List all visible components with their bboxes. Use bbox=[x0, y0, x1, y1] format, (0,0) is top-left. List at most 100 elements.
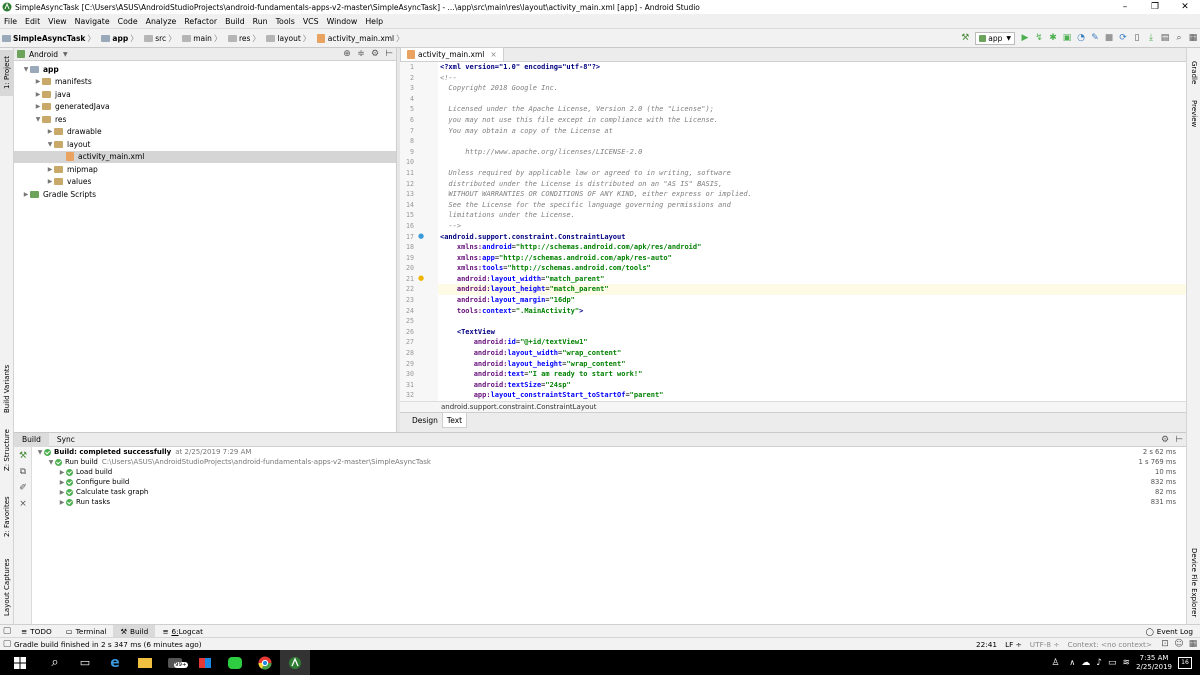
expanded-arrow-icon[interactable]: ▼ bbox=[46, 141, 54, 148]
breadcrumb-app[interactable]: app 〉 bbox=[99, 33, 142, 44]
menu-file[interactable]: File bbox=[0, 17, 21, 26]
event-log-button[interactable]: ◯ Event Log bbox=[1139, 625, 1200, 638]
tree-item[interactable]: ▶ java bbox=[14, 88, 396, 101]
build-tree-item[interactable]: ▼ Build: completed successfully at 2/25/20… bbox=[32, 447, 1186, 457]
breadcrumb-src[interactable]: src 〉 bbox=[142, 33, 180, 44]
collapsed-arrow-icon[interactable]: ▶ bbox=[22, 191, 30, 198]
stop-icon[interactable]: ■ bbox=[1102, 31, 1116, 45]
tab-design[interactable]: Design bbox=[408, 413, 442, 428]
code-line[interactable]: android:layout_height="match_parent" bbox=[438, 284, 1186, 296]
tree-item[interactable]: activity_main.xml bbox=[14, 150, 396, 163]
maximize-button[interactable]: ❐ bbox=[1140, 0, 1170, 14]
coverage-icon[interactable]: ▣ bbox=[1060, 31, 1074, 45]
memory-icon[interactable]: ▦ bbox=[1186, 637, 1200, 651]
minimize-panel-icon[interactable]: ⊢ bbox=[1172, 433, 1186, 447]
tab-text[interactable]: Text bbox=[441, 413, 468, 428]
menu-run[interactable]: Run bbox=[249, 17, 272, 26]
expanded-arrow-icon[interactable]: ▼ bbox=[34, 116, 42, 123]
menu-help[interactable]: Help bbox=[361, 17, 387, 26]
bottom-tab-terminal[interactable]: ▭ Terminal bbox=[59, 625, 114, 638]
code-line[interactable]: tools:context=".MainActivity"> bbox=[438, 306, 1186, 317]
debug-icon[interactable]: ✱ bbox=[1046, 31, 1060, 45]
tab-build[interactable]: Build bbox=[14, 432, 49, 447]
code-line[interactable] bbox=[438, 94, 1186, 105]
collapsed-arrow-icon[interactable]: ▶ bbox=[46, 178, 54, 185]
status-icon[interactable]: ▢ bbox=[0, 637, 14, 651]
bottom-tab-todo[interactable]: ≡ TODO bbox=[14, 625, 59, 638]
rerun-icon[interactable]: ⚒ bbox=[16, 449, 30, 463]
close-icon[interactable]: × bbox=[16, 497, 30, 511]
build-tree-item[interactable]: ▶ Run tasks 831 ms bbox=[32, 497, 1186, 507]
toggle-view-icon[interactable]: ⧉ bbox=[16, 465, 30, 479]
code-line[interactable] bbox=[438, 157, 1186, 168]
code-line[interactable]: android:layout_width="match_parent" bbox=[438, 274, 1186, 285]
layout-inspector-icon[interactable]: ▤ bbox=[1158, 31, 1172, 45]
android-studio-taskbar-icon[interactable] bbox=[280, 650, 310, 675]
code-line[interactable] bbox=[438, 136, 1186, 147]
tool-tab-gradle[interactable]: Gradle bbox=[1187, 56, 1200, 90]
code-line[interactable]: xmlns:tools="http://schemas.android.com/… bbox=[438, 263, 1186, 274]
code-line[interactable]: android:layout_width="wrap_content" bbox=[438, 348, 1186, 359]
breadcrumb-file[interactable]: activity_main.xml 〉 bbox=[315, 33, 408, 44]
onedrive-icon[interactable]: ☁ bbox=[1081, 658, 1090, 668]
code-line[interactable]: <!-- bbox=[438, 73, 1186, 84]
clock[interactable]: 7:35 AM 2/25/2019 bbox=[1136, 654, 1172, 672]
search-icon[interactable]: ⌕ bbox=[1172, 31, 1186, 45]
menu-build[interactable]: Build bbox=[221, 17, 249, 26]
code-line[interactable]: android:id="@+id/textView1" bbox=[438, 337, 1186, 348]
collapse-all-icon[interactable]: ≑ bbox=[354, 47, 368, 61]
tab-sync[interactable]: Sync bbox=[49, 433, 83, 447]
menu-refactor[interactable]: Refactor bbox=[180, 17, 221, 26]
line-separator[interactable]: LF ÷ bbox=[1005, 640, 1022, 649]
action-center-icon[interactable]: 16 bbox=[1178, 656, 1192, 669]
volume-icon[interactable]: ♪ bbox=[1096, 658, 1102, 668]
caret-position[interactable]: 22:41 bbox=[976, 640, 997, 649]
code-line[interactable]: http://www.apache.org/licenses/LICENSE-2… bbox=[438, 147, 1186, 158]
code-line[interactable]: android:text="I am ready to start work!" bbox=[438, 369, 1186, 380]
code-line[interactable]: <android.support.constraint.ConstraintLa… bbox=[438, 232, 1186, 243]
menu-window[interactable]: Window bbox=[323, 17, 362, 26]
pin-icon[interactable]: ✐ bbox=[16, 481, 30, 495]
breadcrumb-res[interactable]: res 〉 bbox=[226, 33, 264, 44]
edge-icon[interactable]: e bbox=[100, 650, 130, 675]
close-button[interactable]: ✕ bbox=[1170, 0, 1200, 14]
build-tree-item[interactable]: ▶ Load build 10 ms bbox=[32, 467, 1186, 477]
intention-bulb-icon[interactable]: ● bbox=[418, 274, 424, 282]
code-line[interactable]: Copyright 2018 Google Inc. bbox=[438, 83, 1186, 94]
battery-icon[interactable]: ▭ bbox=[1108, 658, 1117, 668]
collapsed-arrow-icon[interactable]: ▶ bbox=[58, 479, 66, 486]
tool-tab-preview[interactable]: Preview bbox=[1187, 96, 1200, 132]
collapsed-arrow-icon[interactable]: ▶ bbox=[46, 166, 54, 173]
run-config-select[interactable]: app ▼ bbox=[975, 31, 1015, 45]
tree-item[interactable]: ▶ Gradle Scripts bbox=[14, 188, 396, 201]
menu-analyze[interactable]: Analyze bbox=[142, 17, 181, 26]
run-icon[interactable]: ▶ bbox=[1018, 31, 1032, 45]
code-line[interactable]: Unless required by applicable law or agr… bbox=[438, 168, 1186, 179]
menu-navigate[interactable]: Navigate bbox=[71, 17, 114, 26]
collapsed-arrow-icon[interactable]: ▶ bbox=[34, 91, 42, 98]
tool-tab-build-variants[interactable]: Build Variants bbox=[0, 358, 14, 420]
attach-debugger-icon[interactable]: ✎ bbox=[1088, 31, 1102, 45]
menu-view[interactable]: View bbox=[44, 17, 71, 26]
editor-tab-activity-main[interactable]: activity_main.xml × bbox=[400, 47, 504, 61]
file-encoding[interactable]: UTF-8 ÷ bbox=[1030, 640, 1060, 649]
expanded-arrow-icon[interactable]: ▼ bbox=[47, 459, 55, 466]
breadcrumb-layout[interactable]: layout 〉 bbox=[264, 33, 314, 44]
task-view-icon[interactable]: ▭ bbox=[70, 650, 100, 675]
code-line[interactable]: distributed under the License is distrib… bbox=[438, 179, 1186, 190]
code-line[interactable]: xmlns:android="http://schemas.android.co… bbox=[438, 242, 1186, 253]
hammer-icon[interactable]: ⚒ bbox=[958, 31, 972, 45]
store-icon[interactable] bbox=[190, 650, 220, 675]
expanded-arrow-icon[interactable]: ▼ bbox=[36, 449, 44, 456]
gear-icon[interactable]: ⚙ bbox=[1158, 433, 1172, 447]
collapsed-arrow-icon[interactable]: ▶ bbox=[58, 489, 66, 496]
code-line[interactable]: you may not use this file except in comp… bbox=[438, 115, 1186, 126]
tool-tab-project[interactable]: 1: Project bbox=[0, 50, 14, 96]
tool-tab-structure[interactable]: Z: Structure bbox=[0, 426, 14, 474]
expanded-arrow-icon[interactable]: ▼ bbox=[22, 66, 30, 73]
build-tree-item[interactable]: ▶ Calculate task graph 82 ms bbox=[32, 487, 1186, 497]
code-line[interactable]: xmlns:app="http://schemas.android.com/ap… bbox=[438, 253, 1186, 264]
bottom-tab-build[interactable]: ⚒ Build bbox=[113, 624, 156, 638]
lock-icon[interactable]: ⊡ bbox=[1158, 637, 1172, 651]
code-line[interactable]: android:textSize="24sp" bbox=[438, 380, 1186, 391]
